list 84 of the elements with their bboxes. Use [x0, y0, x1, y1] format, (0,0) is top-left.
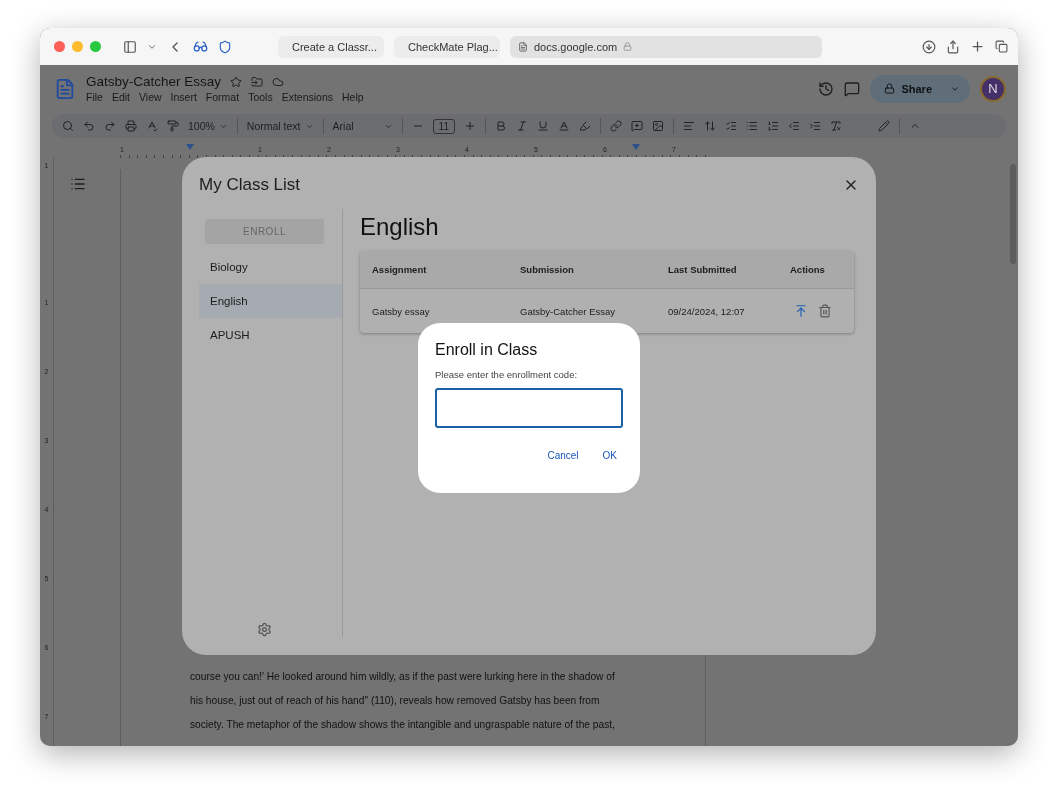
comment-icon[interactable]: [844, 80, 861, 97]
menu-item[interactable]: File: [86, 91, 103, 103]
dialog-title: My Class List: [199, 175, 301, 195]
paint-roller-icon[interactable]: [167, 120, 179, 132]
image-icon[interactable]: [651, 120, 664, 132]
cancel-button[interactable]: Cancel: [541, 446, 585, 465]
menu-item[interactable]: View: [139, 91, 162, 103]
add-comment-icon[interactable]: [630, 120, 643, 132]
document-text: society. The metaphor of the shadow shows the intangible and ungraspable nature of the past,: [190, 718, 616, 732]
lock-icon: [623, 42, 633, 51]
share-button[interactable]: Share: [870, 74, 970, 103]
column-header: Last Submitted: [668, 264, 738, 275]
download-icon[interactable]: [922, 39, 936, 54]
menu-item[interactable]: Edit: [111, 91, 130, 103]
menu-item[interactable]: Help: [342, 91, 364, 103]
redo-icon[interactable]: [104, 120, 116, 132]
document-text: course you can!' He looked around him wildly, as if the past were lurking here in the shadow of: [190, 670, 616, 684]
document-text: his house, just out of reach of his hand" (110), reveals how removed Gatsby has been from: [190, 694, 601, 708]
avatar[interactable]: N: [980, 75, 1006, 102]
menu-item[interactable]: Format: [205, 91, 240, 103]
increase-indent-icon[interactable]: [808, 120, 821, 132]
decrease-indent-icon[interactable]: [787, 120, 800, 132]
outline-icon[interactable]: [70, 176, 86, 192]
folder-icon[interactable]: [251, 75, 264, 88]
align-left-icon[interactable]: [682, 120, 695, 132]
history-icon[interactable]: [818, 80, 835, 97]
search-icon[interactable]: [62, 120, 74, 132]
dialog-title: Enroll in Class: [435, 341, 539, 359]
document-icon[interactable]: [54, 77, 76, 100]
prompt-text: Please enter the enrollment code:: [435, 369, 579, 380]
page-icon: [518, 41, 528, 52]
numbered-list-icon[interactable]: [766, 120, 779, 132]
table-cell-text: 09/24/2024, 12:07: [668, 305, 746, 317]
enrollment-code-field[interactable]: [435, 388, 623, 428]
shield-icon[interactable]: [218, 39, 232, 54]
pencil-icon[interactable]: [877, 120, 890, 132]
column-header: Assignment: [372, 264, 428, 275]
highlighter-icon[interactable]: [578, 120, 591, 132]
lock-icon: [884, 83, 896, 94]
menu-item[interactable]: Extensions: [281, 91, 333, 103]
glasses-icon[interactable]: [193, 39, 208, 54]
star-icon[interactable]: [230, 75, 243, 88]
trash-icon[interactable]: [818, 304, 832, 318]
menu-item[interactable]: Insert: [170, 91, 197, 103]
tabs-icon[interactable]: [995, 40, 1008, 53]
class-item[interactable]: English: [199, 284, 342, 318]
table-cell-text: Gatsby essay: [372, 305, 431, 317]
link-icon[interactable]: [609, 120, 622, 132]
italic-icon[interactable]: [515, 120, 528, 132]
table-cell-text: Gatsby-Catcher Essay: [520, 305, 617, 317]
ok-button[interactable]: OK: [596, 446, 623, 465]
cloud-icon[interactable]: [272, 75, 285, 88]
class-heading: English: [360, 213, 440, 241]
font-size-field[interactable]: 11: [432, 118, 455, 134]
bulleted-list-icon[interactable]: [745, 120, 758, 132]
menu-item[interactable]: Tools: [248, 91, 273, 103]
zoom-select[interactable]: 100%: [188, 120, 228, 132]
undo-icon[interactable]: [83, 120, 95, 132]
checklist-icon[interactable]: [724, 120, 737, 132]
close-dot[interactable]: [54, 41, 65, 52]
line-spacing-icon[interactable]: [703, 120, 716, 132]
minimize-dot[interactable]: [72, 41, 83, 52]
bold-icon[interactable]: [494, 120, 507, 132]
clear-formatting-icon[interactable]: [829, 120, 842, 132]
underline-icon[interactable]: [536, 120, 549, 132]
spellcheck-icon[interactable]: [146, 120, 158, 132]
upload-icon[interactable]: [794, 304, 808, 318]
column-header: Submission: [520, 264, 575, 275]
browser-tab[interactable]: Create a Classr...: [278, 35, 384, 58]
zoom-dot[interactable]: [90, 41, 101, 52]
column-header: Actions: [790, 264, 826, 275]
text-color-icon[interactable]: [557, 120, 570, 132]
settings-icon[interactable]: [257, 622, 272, 637]
font-select[interactable]: Arial: [332, 120, 393, 132]
class-item[interactable]: APUSH: [199, 318, 342, 352]
plus-icon[interactable]: [970, 39, 985, 54]
print-icon[interactable]: [125, 120, 137, 132]
address-bar[interactable]: docs.google.com: [510, 35, 822, 58]
share-icon[interactable]: [946, 39, 960, 54]
browser-tab[interactable]: CheckMate Plag...: [394, 35, 500, 58]
document-title[interactable]: Gatsby-Catcher Essay: [86, 74, 222, 89]
sidebar-icon[interactable]: [123, 39, 137, 54]
style-select[interactable]: Normal text: [246, 120, 314, 132]
class-item[interactable]: Biology: [199, 250, 342, 284]
